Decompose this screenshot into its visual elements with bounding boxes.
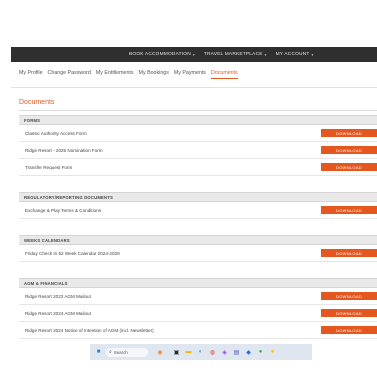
tab-my-entitlements[interactable]: My Entitlements — [96, 70, 134, 79]
document-row: Ridge Resort 2024 AGM Mailout DOWNLOAD — [19, 305, 377, 322]
section-forms: FORMS Classic Authority Access Form DOWNLO… — [19, 115, 377, 176]
nav-item-my-account[interactable]: MY ACCOUNT ▾ — [276, 52, 314, 57]
navbar-menu: BOOK ACCOMMODATION ▾ TRAVEL MARKETPLACE ▾ MY… — [129, 47, 313, 62]
app-icon-2[interactable]: ● — [268, 348, 277, 357]
nav-item-travel-marketplace[interactable]: TRAVEL MARKETPLACE ▾ — [204, 52, 267, 57]
search-icon: ⌕ — [109, 349, 112, 355]
document-name: Exchange & Play Terms & Conditions — [25, 207, 102, 213]
page-title: Documents — [19, 99, 55, 106]
document-name: Classic Authority Access Form — [25, 130, 87, 136]
store-icon[interactable]: ◈ — [220, 348, 229, 357]
teams-icon[interactable]: ▤ — [232, 348, 241, 357]
chevron-down-icon: ▾ — [311, 52, 314, 57]
windows-taskbar: ■ ⌕ Search ◉ ▣ ▬ ◐ ◍ ◈ ▤ ◆ ● ● — [90, 344, 312, 360]
section-agm-financials: AGM & FINANCIALS Ridge Resort 2023 AGM Ma… — [19, 278, 377, 339]
chrome-icon[interactable]: ◍ — [208, 348, 217, 357]
section-heading: REGULATORY/REPORTING DOCUMENTS — [19, 192, 377, 202]
task-view-icon[interactable]: ▣ — [172, 348, 181, 357]
download-button[interactable]: DOWNLOAD — [321, 206, 377, 214]
download-button[interactable]: DOWNLOAD — [321, 326, 377, 334]
taskbar-search[interactable]: ⌕ Search — [106, 347, 148, 357]
tab-my-bookings[interactable]: My Bookings — [139, 70, 169, 79]
main-navbar: BOOK ACCOMMODATION ▾ TRAVEL MARKETPLACE ▾ MY… — [11, 47, 377, 62]
account-subnav: My Profile Change Password My Entitlements… — [19, 70, 238, 79]
section-weeks-calendars: WEEKS CALENDARS Friday Check In 52 Week C… — [19, 235, 377, 262]
section-heading: FORMS — [19, 115, 377, 125]
document-row: Ridge Resort 2023 AGM Mailout DOWNLOAD — [19, 288, 377, 305]
subnav-divider — [11, 87, 377, 88]
chevron-down-icon: ▾ — [192, 52, 195, 57]
document-row: Ridge Resort - 2025 Nomination Form DOWNL… — [19, 142, 377, 159]
windows-start-icon[interactable]: ■ — [94, 348, 103, 357]
download-button[interactable]: DOWNLOAD — [321, 129, 377, 137]
document-name: Transfer Request Form — [25, 164, 73, 170]
document-row: Classic Authority Access Form DOWNLOAD — [19, 125, 377, 142]
document-name: Ridge Resort - 2025 Nomination Form — [25, 147, 103, 153]
title-divider — [19, 110, 377, 111]
tab-change-password[interactable]: Change Password — [48, 70, 91, 79]
document-row: Transfer Request Form DOWNLOAD — [19, 159, 377, 176]
tab-my-payments[interactable]: My Payments — [174, 70, 206, 79]
taskbar-search-placeholder: Search — [113, 349, 128, 355]
header-band — [0, 0, 377, 47]
nav-item-book-accommodation[interactable]: BOOK ACCOMMODATION ▾ — [129, 52, 195, 57]
nav-item-label: MY ACCOUNT — [275, 52, 310, 57]
download-button[interactable]: DOWNLOAD — [321, 249, 377, 257]
app-icon[interactable]: ● — [256, 348, 265, 357]
document-name: Ridge Resort 2024 AGM Mailout — [25, 310, 91, 316]
section-heading: WEEKS CALENDARS — [19, 235, 377, 245]
download-button[interactable]: DOWNLOAD — [321, 292, 377, 300]
section-regulatory-reporting-documents: REGULATORY/REPORTING DOCUMENTS Exchange &… — [19, 192, 377, 219]
outlook-icon[interactable]: ◆ — [244, 348, 253, 357]
document-name: Ridge Resort 2023 AGM Mailout — [25, 293, 91, 299]
document-row: Ridge Resort 2024 Notice of Intention of… — [19, 322, 377, 339]
tab-my-profile[interactable]: My Profile — [19, 70, 43, 79]
document-row: Exchange & Play Terms & Conditions DOWNLO… — [19, 202, 377, 219]
document-name: Ridge Resort 2024 Notice of Intention of… — [25, 327, 154, 333]
download-button[interactable]: DOWNLOAD — [321, 309, 377, 317]
file-explorer-icon[interactable]: ▬ — [184, 348, 193, 357]
document-row: Friday Check In 52 Week Calendar 2024-20… — [19, 245, 377, 262]
download-button[interactable]: DOWNLOAD — [321, 146, 377, 154]
chevron-down-icon: ▾ — [264, 52, 267, 57]
section-heading: AGM & FINANCIALS — [19, 278, 377, 288]
tab-documents[interactable]: Documents — [210, 70, 238, 79]
nav-item-label: TRAVEL MARKETPLACE — [203, 52, 263, 57]
download-button[interactable]: DOWNLOAD — [321, 163, 377, 171]
document-name: Friday Check In 52 Week Calendar 2024-20… — [25, 250, 120, 256]
edge-icon[interactable]: ◐ — [196, 348, 205, 357]
nav-item-label: BOOK ACCOMMODATION — [129, 52, 191, 57]
widgets-icon[interactable]: ◉ — [151, 348, 169, 357]
